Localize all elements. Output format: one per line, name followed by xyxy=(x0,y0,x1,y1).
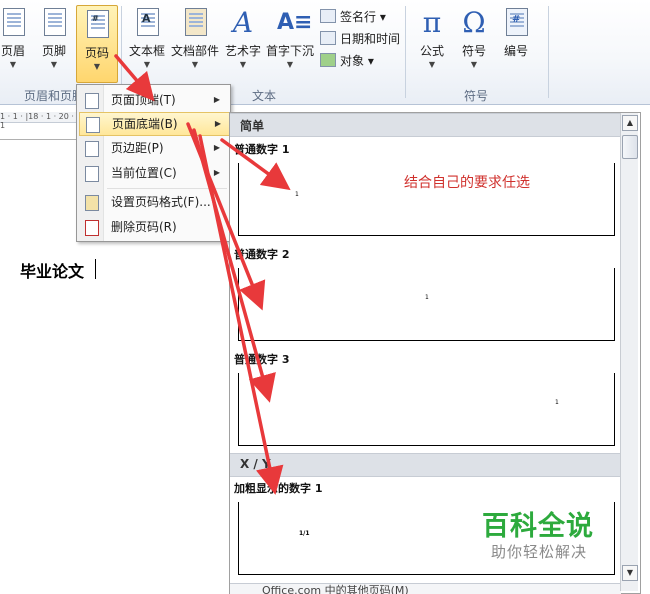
text-caret xyxy=(95,259,96,279)
page-number-sample: 1 xyxy=(295,191,299,198)
number-button[interactable]: # 编号 xyxy=(496,4,536,78)
menu-separator xyxy=(107,188,227,189)
group-label-header-footer: 页眉和页脚 xyxy=(24,89,85,103)
gallery-item-label: 普通数字 3 xyxy=(234,353,290,366)
submenu-arrow-icon: ▶ xyxy=(213,95,220,104)
object-icon xyxy=(320,53,336,67)
quick-parts-button[interactable]: 文档部件 ▼ xyxy=(170,4,220,78)
drop-cap-button[interactable]: A≡ 首字下沉 ▼ xyxy=(265,4,315,78)
group-label-symbols: 符号 xyxy=(464,89,489,103)
gallery-scrollbar[interactable]: ▲ ▼ xyxy=(620,113,638,591)
signature-line-button[interactable]: 签名行 ▾ xyxy=(320,8,386,25)
word-art-icon: A xyxy=(232,6,254,39)
equation-button[interactable]: π 公式 ▼ xyxy=(412,4,452,78)
submenu-arrow-icon: ▶ xyxy=(214,119,221,128)
page-number-icon: # xyxy=(84,10,110,40)
submenu-arrow-icon: ▶ xyxy=(213,168,220,177)
chevron-down-icon: ▼ xyxy=(470,60,478,69)
chevron-down-icon: ▼ xyxy=(286,60,294,69)
symbol-button[interactable]: Ω 符号 ▼ xyxy=(454,4,494,78)
menu-item-current-position[interactable]: 当前位置(C) ▶ xyxy=(79,162,228,184)
word-art-button[interactable]: A 艺术字 ▼ xyxy=(222,4,264,78)
menu-item-page-margins[interactable]: 页边距(P) ▶ xyxy=(79,137,228,159)
chevron-down-icon: ▼ xyxy=(143,60,151,69)
page-bottom-icon xyxy=(86,117,100,133)
signature-line-icon xyxy=(320,9,336,23)
more-page-numbers-item[interactable]: Office.com 中的其他页码(M) xyxy=(230,583,621,594)
menu-item-format-page-numbers[interactable]: 设置页码格式(F)... xyxy=(79,191,228,213)
watermark-logo-text: 百科全说 xyxy=(482,511,594,542)
quick-parts-icon xyxy=(182,8,208,38)
text-box-button[interactable]: A 文本框 ▼ xyxy=(126,4,168,78)
annotation-text: 结合自己的要求任选 xyxy=(404,175,530,191)
current-position-icon xyxy=(85,166,99,182)
page-top-icon xyxy=(85,93,99,109)
scroll-thumb[interactable] xyxy=(622,135,638,159)
omega-icon: Ω xyxy=(462,6,486,39)
gallery-item-plain-number-3[interactable]: 1 xyxy=(238,373,615,446)
gallery-section-header: 简单 xyxy=(230,113,621,137)
page-number-sample: 1 xyxy=(425,294,429,301)
menu-item-top-of-page[interactable]: 页面顶端(T) ▶ xyxy=(79,89,228,111)
group-separator xyxy=(548,6,549,98)
submenu-arrow-icon: ▶ xyxy=(213,143,220,152)
header-icon xyxy=(0,8,26,38)
page-number-sample: 1 xyxy=(555,399,559,406)
page-margins-icon xyxy=(85,141,99,157)
ruler: 1 · 1 · |18 · 1 · 20 · 1 xyxy=(0,112,80,130)
remove-page-numbers-icon xyxy=(85,220,99,236)
gallery-item-plain-number-2[interactable]: 1 xyxy=(238,268,615,341)
drop-cap-icon: A≡ xyxy=(277,10,313,35)
scroll-up-icon[interactable]: ▲ xyxy=(622,115,638,131)
format-page-numbers-icon xyxy=(85,195,99,211)
chevron-down-icon: ▼ xyxy=(428,60,436,69)
gallery-item-label: 加粗显示的数字 1 xyxy=(234,482,323,495)
chevron-down-icon: ▼ xyxy=(239,60,247,69)
document-text[interactable]: 毕业论文 xyxy=(20,258,84,282)
chevron-down-icon: ▼ xyxy=(50,60,58,69)
pi-icon: π xyxy=(422,6,442,39)
menu-item-remove-page-numbers[interactable]: 删除页码(R) xyxy=(79,216,228,238)
header-button[interactable]: 页眉 ▼ xyxy=(0,4,32,78)
chevron-down-icon: ▼ xyxy=(191,60,199,69)
menu-item-bottom-of-page[interactable]: 页面底端(B) ▶ xyxy=(79,112,230,136)
scroll-down-icon[interactable]: ▼ xyxy=(622,565,638,581)
gallery-item-label: 普通数字 2 xyxy=(234,248,290,261)
object-button[interactable]: 对象 ▾ xyxy=(320,52,374,69)
gallery-section-header: X / Y xyxy=(230,453,621,477)
gallery-item-label: 普通数字 1 xyxy=(234,143,290,156)
group-separator xyxy=(405,6,406,98)
chevron-down-icon: ▼ xyxy=(9,60,17,69)
calendar-icon xyxy=(320,31,336,45)
watermark-subtitle: 助你轻松解决 xyxy=(491,543,588,561)
page-edge xyxy=(0,139,80,140)
group-label-text: 文本 xyxy=(252,89,277,103)
page-number-button[interactable]: # 页码 ▼ xyxy=(76,5,118,83)
footer-icon xyxy=(41,8,67,38)
text-box-icon: A xyxy=(134,8,160,38)
page-number-menu: 页面顶端(T) ▶ 页面底端(B) ▶ 页边距(P) ▶ 当前位置(C) ▶ 设置页码格… xyxy=(76,84,231,242)
page-number-sample: 1/1 xyxy=(299,530,310,537)
numbering-icon: # xyxy=(503,8,529,38)
chevron-down-icon: ▼ xyxy=(93,62,101,71)
date-time-button[interactable]: 日期和时间 xyxy=(320,30,400,47)
footer-button[interactable]: 页脚 ▼ xyxy=(36,4,72,78)
